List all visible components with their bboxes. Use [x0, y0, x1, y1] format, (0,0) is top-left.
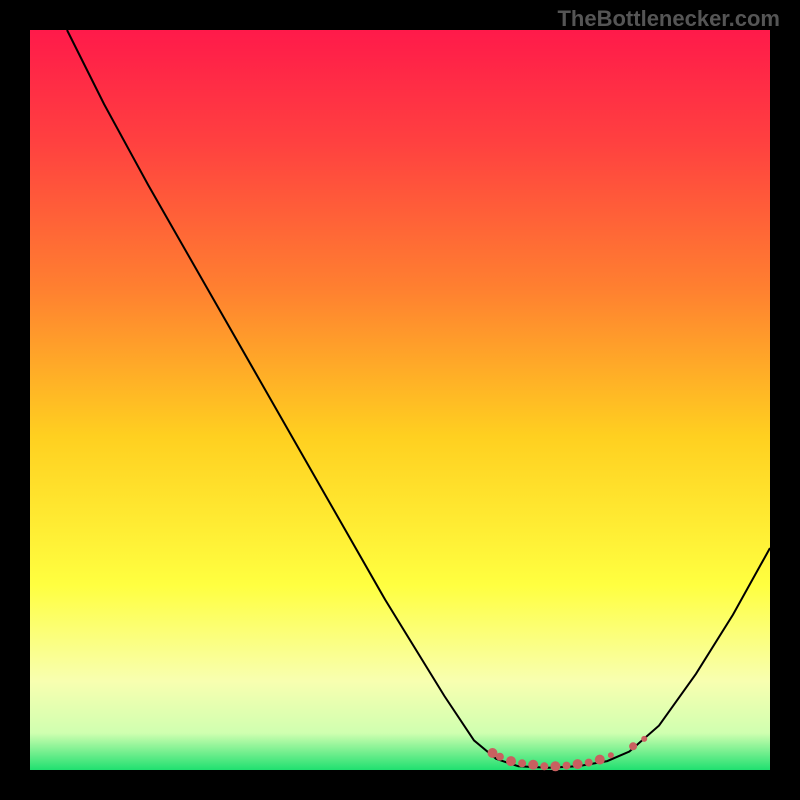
trough-marker-dot — [506, 756, 516, 766]
bottleneck-chart — [0, 0, 800, 800]
watermark-text: TheBottlenecker.com — [557, 6, 780, 32]
trough-marker-dot — [518, 759, 526, 767]
chart-container: TheBottlenecker.com — [0, 0, 800, 800]
trough-marker-dot — [629, 742, 637, 750]
trough-marker-dot — [595, 755, 605, 765]
gradient-background — [30, 30, 770, 770]
trough-marker-dot — [563, 762, 571, 770]
trough-marker-dot — [550, 761, 560, 771]
plot-area — [30, 30, 770, 771]
trough-marker-dot — [496, 753, 504, 761]
trough-marker-dot — [608, 752, 614, 758]
trough-marker-dot — [585, 759, 593, 767]
trough-marker-dot — [641, 736, 647, 742]
trough-marker-dot — [528, 760, 538, 770]
trough-marker-dot — [540, 762, 548, 770]
trough-marker-dot — [573, 759, 583, 769]
